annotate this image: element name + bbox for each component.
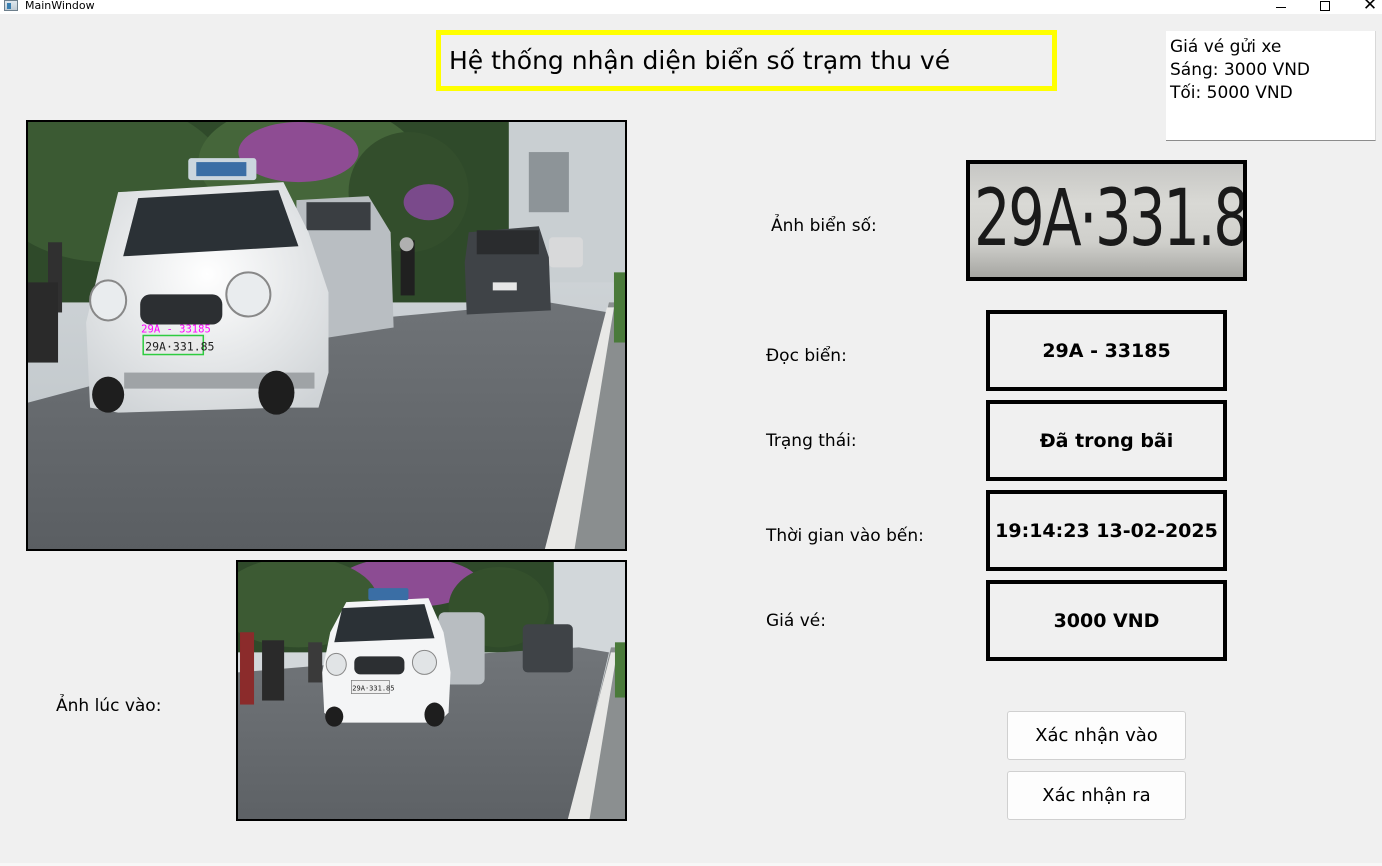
confirm-in-button[interactable]: Xác nhận vào: [1007, 711, 1186, 760]
window-titlebar: MainWindow ✕: [0, 0, 1382, 14]
read-plate-value: 29A - 33185: [1042, 339, 1171, 362]
entry-image-label: Ảnh lúc vào:: [56, 696, 162, 716]
detection-label: 29A - 33185: [141, 323, 211, 335]
entry-photo-plate-text: 29A·331.85: [352, 683, 394, 692]
plate-image-text: 29A·331.85: [974, 174, 1247, 264]
price-value-box: 3000 VND: [986, 580, 1227, 661]
maximize-icon: [1320, 0, 1330, 11]
close-icon: ✕: [1362, 0, 1378, 15]
entry-time-value: 19:14:23 13-02-2025: [995, 519, 1218, 542]
status-value: Đã trong bãi: [1039, 429, 1174, 452]
window-title: MainWindow: [25, 0, 95, 12]
confirm-out-button[interactable]: Xác nhận ra: [1007, 771, 1186, 820]
price-value: 3000 VND: [1053, 609, 1160, 632]
main-photo-plate-text: 29A·331.85: [145, 340, 214, 354]
plate-image: 29A·331.85: [966, 160, 1247, 281]
entry-time-value-box: 19:14:23 13-02-2025: [986, 490, 1227, 571]
camera-image: 29A·331.85 29A - 33185: [26, 120, 627, 551]
app-icon: [4, 0, 18, 11]
price-info-heading: Giá vé gửi xe: [1170, 37, 1282, 57]
entry-image: 29A·331.85: [236, 560, 627, 821]
page-title-text: Hệ thống nhận diện biển số trạm thu vé: [449, 46, 951, 75]
read-plate-label: Đọc biển:: [766, 346, 847, 366]
page-title: Hệ thống nhận diện biển số trạm thu vé: [436, 30, 1057, 91]
price-info-evening: Tối: 5000 VND: [1170, 83, 1293, 103]
status-label: Trạng thái:: [766, 431, 857, 451]
price-info-morning: Sáng: 3000 VND: [1170, 60, 1311, 80]
entry-time-label: Thời gian vào bến:: [766, 526, 924, 546]
camera-scene: 29A·331.85 29A - 33185: [28, 122, 625, 549]
read-plate-value-box: 29A - 33185: [986, 310, 1227, 391]
plate-image-label: Ảnh biển số:: [771, 216, 877, 236]
entry-scene: 29A·331.85: [238, 562, 625, 819]
price-label: Giá vé:: [766, 611, 826, 631]
status-value-box: Đã trong bãi: [986, 400, 1227, 481]
maximize-button[interactable]: [1302, 0, 1348, 14]
close-button[interactable]: ✕: [1347, 0, 1382, 14]
minimize-button[interactable]: [1258, 0, 1304, 14]
minimize-icon: [1276, 6, 1286, 8]
price-info-box: Giá vé gửi xe Sáng: 3000 VND Tối: 5000 V…: [1166, 31, 1376, 141]
